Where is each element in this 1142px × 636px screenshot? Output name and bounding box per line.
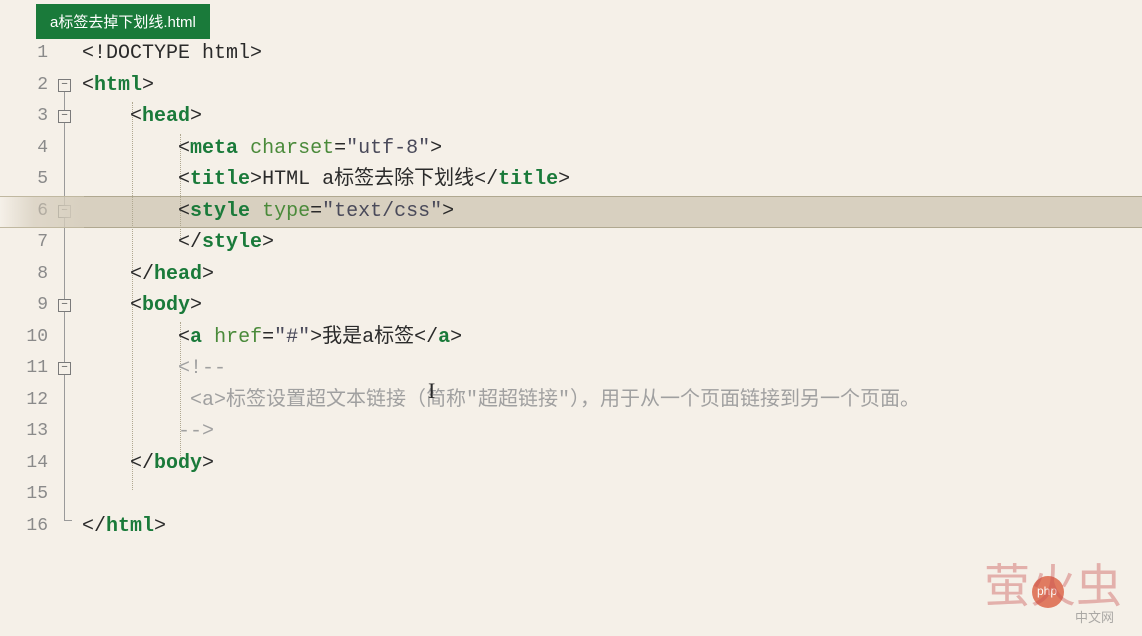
code-line[interactable] — [82, 479, 1142, 511]
code-line[interactable]: </head> — [82, 259, 1142, 291]
code-line[interactable]: <a href="#">我是a标签</a> — [82, 322, 1142, 354]
line-number: 10 — [0, 322, 48, 354]
tab-bar: a标签去掉下划线.html — [0, 0, 1142, 38]
line-number: 8 — [0, 259, 48, 291]
line-number: 1 — [0, 38, 48, 70]
line-number: 11 — [0, 353, 48, 385]
code-line[interactable]: <title>HTML a标签去除下划线</title> — [82, 164, 1142, 196]
code-area[interactable]: <!DOCTYPE html> <html> <head> <meta char… — [82, 38, 1142, 542]
line-number: 5 — [0, 164, 48, 196]
code-line[interactable]: <!-- — [82, 353, 1142, 385]
code-line[interactable]: <head> — [82, 101, 1142, 133]
code-line[interactable]: <meta charset="utf-8"> — [82, 133, 1142, 165]
line-number: 12 — [0, 385, 48, 417]
line-number: 2 — [0, 70, 48, 102]
fold-column: − − − − − — [58, 38, 82, 542]
code-line[interactable]: <style type="text/css"> — [82, 196, 1142, 228]
line-number: 4 — [0, 133, 48, 165]
line-number: 7 — [0, 227, 48, 259]
code-line[interactable]: <html> — [82, 70, 1142, 102]
code-line[interactable]: </body> — [82, 448, 1142, 480]
line-number-gutter: 1 2 3 4 5 6 7 8 9 10 11 12 13 14 15 16 — [0, 38, 58, 542]
fold-toggle[interactable]: − — [58, 299, 71, 312]
line-number: 9 — [0, 290, 48, 322]
line-number: 16 — [0, 511, 48, 543]
file-tab[interactable]: a标签去掉下划线.html — [36, 4, 210, 39]
fold-toggle[interactable]: − — [58, 110, 71, 123]
code-line[interactable]: <a>标签设置超文本链接（简称"超超链接"），用于从一个页面链接到另一个页面。 — [82, 385, 1142, 417]
fold-toggle[interactable]: − — [58, 362, 71, 375]
fold-toggle[interactable]: − — [58, 79, 71, 92]
code-line[interactable]: <body> — [82, 290, 1142, 322]
line-number: 13 — [0, 416, 48, 448]
code-line[interactable]: --> — [82, 416, 1142, 448]
code-line[interactable]: </html> — [82, 511, 1142, 543]
line-number: 14 — [0, 448, 48, 480]
line-number: 3 — [0, 101, 48, 133]
text-cursor-icon: I — [428, 378, 435, 404]
code-editor[interactable]: 1 2 3 4 5 6 7 8 9 10 11 12 13 14 15 16 −… — [0, 38, 1142, 542]
code-line[interactable]: </style> — [82, 227, 1142, 259]
line-number: 15 — [0, 479, 48, 511]
watermark-subtext: 中文网 — [1075, 607, 1114, 626]
code-line[interactable]: <!DOCTYPE html> — [82, 38, 1142, 70]
